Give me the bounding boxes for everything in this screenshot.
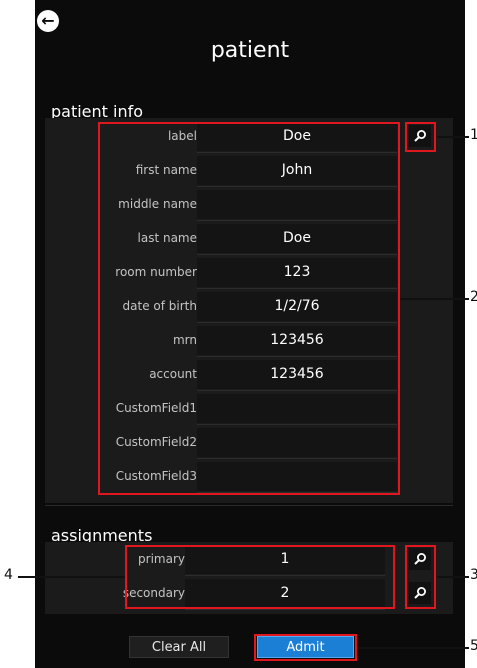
customfield3-label: CustomField3 bbox=[115, 469, 197, 483]
room-number-field[interactable]: 123 bbox=[197, 256, 397, 289]
callout-number-3: 3 bbox=[470, 567, 477, 583]
patient-info-row-date-of-birth: date of birth 1/2/76 bbox=[100, 290, 400, 323]
patient-info-row-middle-name: middle name bbox=[100, 188, 400, 221]
secondary-label: secondary bbox=[122, 586, 185, 600]
assignments-row-primary: primary 1 bbox=[88, 543, 388, 576]
callout-line-3 bbox=[437, 576, 469, 578]
magnifier-icon bbox=[414, 553, 426, 565]
label-label: label bbox=[167, 129, 197, 143]
callout-line-4 bbox=[18, 576, 125, 578]
magnifier-icon bbox=[414, 130, 426, 142]
last-name-field[interactable]: Doe bbox=[197, 222, 397, 255]
first-name-label: first name bbox=[135, 163, 197, 177]
room-number-label: room number bbox=[115, 265, 197, 279]
callout-line-5 bbox=[357, 647, 469, 649]
arrow-left-circle-icon: ← bbox=[41, 11, 55, 30]
mrn-field[interactable]: 123456 bbox=[197, 324, 397, 357]
customfield1-field[interactable] bbox=[197, 392, 397, 425]
admit-button[interactable]: Admit bbox=[257, 636, 354, 658]
date-of-birth-label: date of birth bbox=[122, 299, 197, 313]
customfield3-field[interactable] bbox=[197, 460, 397, 493]
label-search-button[interactable] bbox=[409, 125, 431, 147]
callout-number-2: 2 bbox=[470, 289, 477, 305]
callout-number-5: 5 bbox=[470, 638, 477, 654]
callout-number-4: 4 bbox=[4, 567, 13, 583]
primary-label: primary bbox=[138, 552, 185, 566]
callout-line-2 bbox=[400, 298, 469, 300]
customfield1-label: CustomField1 bbox=[115, 401, 197, 415]
account-field[interactable]: 123456 bbox=[197, 358, 397, 391]
middle-name-field[interactable] bbox=[197, 188, 397, 221]
primary-field[interactable]: 1 bbox=[185, 543, 385, 576]
patient-info-row-first-name: first name John bbox=[100, 154, 400, 187]
patient-info-row-room-number: room number 123 bbox=[100, 256, 400, 289]
first-name-field[interactable]: John bbox=[197, 154, 397, 187]
assignments-row-secondary: secondary 2 bbox=[88, 577, 388, 610]
magnifier-icon bbox=[414, 587, 426, 599]
customfield2-label: CustomField2 bbox=[115, 435, 197, 449]
secondary-search-button[interactable] bbox=[409, 582, 431, 604]
page-title: patient bbox=[210, 38, 290, 63]
last-name-label: last name bbox=[137, 231, 198, 245]
mrn-label: mrn bbox=[172, 333, 197, 347]
middle-name-label: middle name bbox=[118, 197, 197, 211]
patient-info-row-customfield2: CustomField2 bbox=[100, 426, 400, 459]
date-of-birth-field[interactable]: 1/2/76 bbox=[197, 290, 397, 323]
patient-info-row-last-name: last name Doe bbox=[100, 222, 400, 255]
callout-line-1 bbox=[437, 136, 469, 138]
account-label: account bbox=[149, 367, 197, 381]
customfield2-field[interactable] bbox=[197, 426, 397, 459]
label-field[interactable]: Doe bbox=[197, 120, 397, 153]
patient-info-row-label: label Doe bbox=[100, 120, 400, 153]
patient-info-row-account: account 123456 bbox=[100, 358, 400, 391]
patient-info-row-mrn: mrn 123456 bbox=[100, 324, 400, 357]
clear-all-button[interactable]: Clear All bbox=[129, 636, 229, 658]
patient-info-row-customfield1: CustomField1 bbox=[100, 392, 400, 425]
patient-info-row-customfield3: CustomField3 bbox=[100, 460, 400, 493]
callout-number-1: 1 bbox=[470, 127, 477, 143]
secondary-field[interactable]: 2 bbox=[185, 577, 385, 610]
section-divider bbox=[45, 505, 453, 506]
back-button[interactable]: ← bbox=[37, 10, 59, 32]
primary-search-button[interactable] bbox=[409, 548, 431, 570]
